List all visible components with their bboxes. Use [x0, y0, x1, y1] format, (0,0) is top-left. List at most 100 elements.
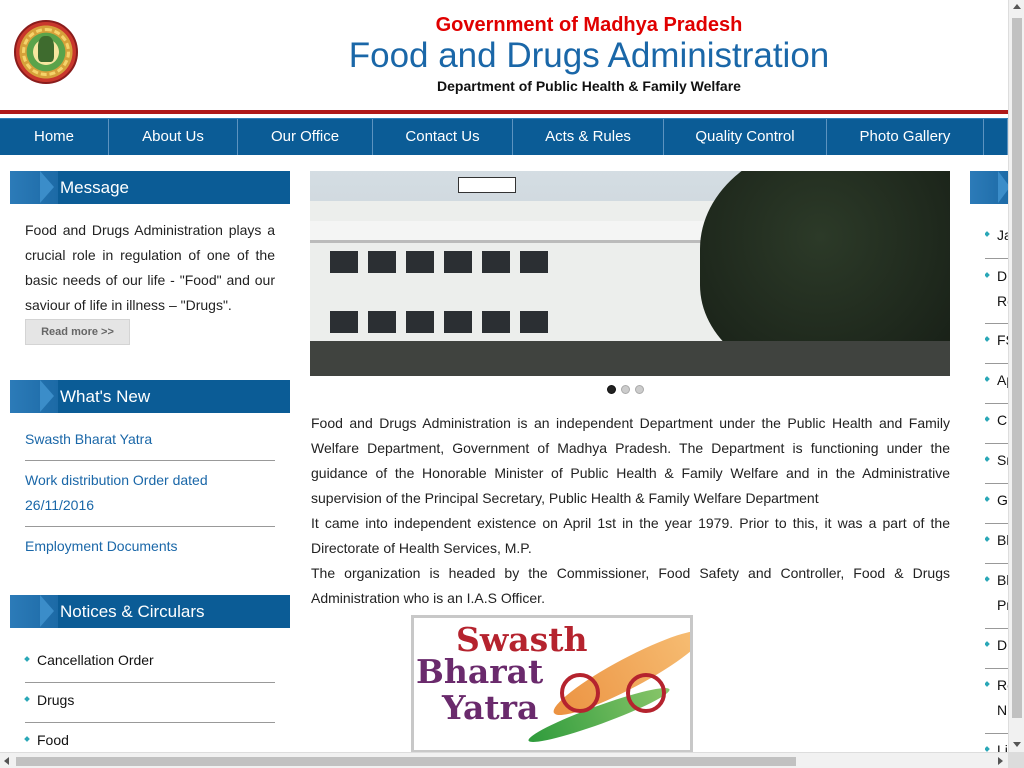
- right-list-item[interactable]: Li: [985, 738, 1010, 752]
- right-list-item[interactable]: Ja: [985, 223, 1010, 248]
- right-item-label[interactable]: Li: [997, 738, 1008, 752]
- scrollbar-corner: [1008, 752, 1024, 768]
- divider: [985, 628, 1010, 629]
- bullet-icon: [985, 376, 990, 382]
- building-roof: [310, 221, 750, 243]
- intro-paragraph: Food and Drugs Administration is an inde…: [311, 415, 950, 506]
- building-window: [330, 311, 358, 333]
- vertical-scrollbar[interactable]: [1008, 0, 1024, 752]
- building-window: [444, 311, 472, 333]
- divider: [985, 443, 1010, 444]
- building-window: [444, 251, 472, 273]
- nav-photo-gallery[interactable]: Photo Gallery: [827, 119, 984, 155]
- building-window: [520, 251, 548, 273]
- right-list-item[interactable]: Dr: [985, 633, 1010, 658]
- right-list-item[interactable]: Cl: [985, 408, 1010, 433]
- whats-new-link[interactable]: Swasth Bharat Yatra: [25, 427, 275, 452]
- slider-dot[interactable]: [635, 385, 644, 394]
- read-more-button[interactable]: Read more >>: [25, 319, 130, 345]
- notice-item[interactable]: Cancellation Order: [24, 652, 275, 672]
- notice-label[interactable]: Drugs: [37, 692, 74, 708]
- chevron-right-icon: [970, 171, 1010, 204]
- scroll-down-arrow-icon[interactable]: [1013, 742, 1021, 747]
- divider: [985, 323, 1010, 324]
- horizontal-scrollbar[interactable]: [0, 752, 1008, 768]
- bullet-icon: [985, 336, 990, 342]
- right-list-item[interactable]: G: [985, 488, 1010, 513]
- slider-dot[interactable]: [621, 385, 630, 394]
- right-list-item[interactable]: ReNI: [985, 673, 1010, 723]
- message-heading-bar: Message: [10, 171, 290, 204]
- divider: [985, 483, 1010, 484]
- banner-word-yatra: Yatra: [442, 688, 539, 727]
- divider: [25, 526, 275, 527]
- chevron-right-icon: [10, 595, 58, 628]
- nav-quality-control[interactable]: Quality Control: [664, 119, 827, 155]
- image-slider[interactable]: [310, 171, 950, 376]
- right-list-item[interactable]: Sr: [985, 448, 1010, 473]
- bullet-icon: [985, 641, 990, 647]
- bullet-icon: [985, 496, 990, 502]
- divider: [985, 668, 1010, 669]
- bullet-icon: [24, 656, 30, 662]
- notice-item[interactable]: Food: [24, 732, 275, 752]
- divider: [985, 403, 1010, 404]
- building-signboard: [458, 177, 516, 193]
- divider: [985, 258, 1010, 259]
- nav-about-us[interactable]: About Us: [109, 119, 238, 155]
- right-item-label[interactable]: G: [997, 488, 1008, 513]
- notice-label[interactable]: Food: [37, 732, 69, 748]
- divider: [25, 682, 275, 683]
- building-window: [368, 311, 396, 333]
- building-window: [482, 251, 510, 273]
- scroll-right-arrow-icon[interactable]: [998, 757, 1003, 765]
- building-window: [330, 251, 358, 273]
- slide-ground: [310, 341, 950, 376]
- swasth-bharat-yatra-banner[interactable]: Swasth Bharat Yatra: [411, 615, 693, 753]
- notice-item[interactable]: Drugs: [24, 692, 275, 712]
- notices-heading-bar: Notices & Circulars: [10, 595, 290, 628]
- right-list-item[interactable]: Bl Pr: [985, 568, 1010, 618]
- department-subtitle: Department of Public Health & Family Wel…: [437, 78, 741, 94]
- bicycle-wheel-icon: [560, 673, 600, 713]
- right-list-item[interactable]: FS: [985, 328, 1010, 353]
- bullet-icon: [985, 576, 990, 582]
- slider-dot[interactable]: [607, 385, 616, 394]
- nav-home[interactable]: Home: [0, 119, 109, 155]
- right-list-item[interactable]: DrRe: [985, 264, 1010, 314]
- notice-label[interactable]: Cancellation Order: [37, 652, 154, 668]
- divider: [985, 523, 1010, 524]
- whats-new-link[interactable]: Work distribution Order dated 26/11/2016: [25, 468, 275, 518]
- building-window: [368, 251, 396, 273]
- bullet-icon: [985, 681, 990, 687]
- government-title: Government of Madhya Pradesh: [435, 14, 743, 36]
- history-paragraph: It came into independent existence on Ap…: [311, 515, 950, 556]
- bullet-icon: [985, 746, 990, 752]
- chevron-right-icon: [10, 171, 58, 204]
- banner-word-bharat: Bharat: [416, 652, 544, 691]
- nav-contact-us[interactable]: Contact Us: [373, 119, 513, 155]
- whats-new-heading-bar: What's New: [10, 380, 290, 413]
- bullet-icon: [985, 231, 990, 237]
- horizontal-scroll-thumb[interactable]: [16, 757, 796, 766]
- whats-new-link[interactable]: Employment Documents: [25, 534, 275, 559]
- vertical-scroll-thumb[interactable]: [1012, 18, 1022, 718]
- scroll-left-arrow-icon[interactable]: [4, 757, 9, 765]
- site-header: Government of Madhya Pradesh Food and Dr…: [0, 0, 1008, 114]
- right-list-item[interactable]: Bl: [985, 528, 1010, 553]
- nav-our-office[interactable]: Our Office: [238, 119, 373, 155]
- message-heading: Message: [60, 178, 129, 197]
- scroll-up-arrow-icon[interactable]: [1013, 4, 1021, 9]
- message-text: Food and Drugs Administration plays a cr…: [25, 222, 275, 313]
- building-window: [482, 311, 510, 333]
- site-title: Food and Drugs Administration: [348, 36, 830, 75]
- divider: [985, 563, 1010, 564]
- nav-more[interactable]: [984, 119, 1008, 155]
- nav-acts-rules[interactable]: Acts & Rules: [513, 119, 664, 155]
- divider: [985, 363, 1010, 364]
- divider: [25, 722, 275, 723]
- bullet-icon: [24, 696, 30, 702]
- bullet-icon: [985, 416, 990, 422]
- whats-new-heading: What's New: [60, 387, 151, 406]
- right-list-item[interactable]: Ap: [985, 368, 1010, 393]
